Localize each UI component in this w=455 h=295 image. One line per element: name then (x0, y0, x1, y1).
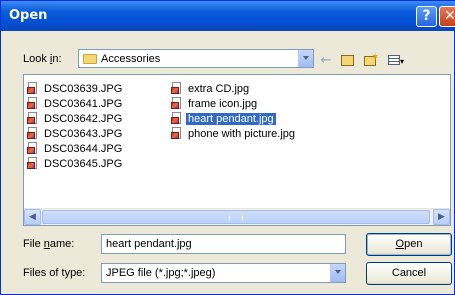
list-item[interactable]: DSC03644.JPG (27, 141, 124, 156)
files-of-type-select[interactable]: JPEG file (*.jpg;*.jpeg) (101, 263, 346, 283)
create-new-folder-button[interactable]: ✶ (361, 52, 379, 68)
chevron-right-icon: ▶ (438, 212, 445, 222)
file-name-input[interactable]: heart pendant.jpg (101, 234, 346, 254)
list-item-selected[interactable]: heart pendant.jpg (171, 111, 277, 126)
file-name-label: File name: (23, 238, 75, 250)
list-item[interactable]: frame icon.jpg (171, 96, 259, 111)
views-menu-icon (387, 55, 400, 65)
jpg-file-icon (171, 112, 184, 125)
views-menu-button[interactable]: ▾ (385, 54, 407, 68)
help-button[interactable]: ? (416, 6, 437, 27)
list-item[interactable]: DSC03642.JPG (27, 111, 124, 126)
grip-icon (229, 214, 243, 221)
open-dialog: Open ? ✕ Look in: Accessories ← ✶ ▾ DSC0… (0, 0, 455, 295)
scroll-right-button[interactable]: ▶ (433, 209, 450, 225)
jpg-file-icon (27, 82, 40, 95)
jpg-file-icon (27, 112, 40, 125)
dialog-title: Open (9, 8, 48, 23)
list-item[interactable]: DSC03645.JPG (27, 156, 124, 171)
close-icon: ✕ (444, 8, 455, 24)
jpg-file-icon (27, 127, 40, 140)
up-one-level-button[interactable] (339, 54, 355, 68)
jpg-file-icon (171, 127, 184, 140)
look-in-label: Look in: (23, 53, 62, 65)
horizontal-scrollbar[interactable]: ◀ ▶ (24, 208, 450, 225)
back-arrow-icon: ← (320, 53, 332, 68)
up-folder-icon (340, 55, 354, 66)
list-item[interactable]: DSC03641.JPG (27, 96, 124, 111)
open-button[interactable]: Open (366, 233, 452, 256)
jpg-file-icon (171, 97, 184, 110)
title-bar[interactable]: Open ? ✕ (1, 1, 455, 31)
chevron-down-icon[interactable] (298, 50, 313, 67)
chevron-left-icon: ◀ (29, 212, 36, 222)
folder-icon (83, 54, 97, 64)
scroll-left-button[interactable]: ◀ (24, 209, 41, 225)
cancel-button[interactable]: Cancel (366, 262, 452, 285)
file-type-value: JPEG file (*.jpg;*.jpeg) (106, 267, 216, 279)
jpg-file-icon (27, 142, 40, 155)
back-button[interactable]: ← (319, 54, 333, 68)
jpg-file-icon (27, 157, 40, 170)
files-of-type-label: Files of type: (23, 267, 86, 279)
close-button[interactable]: ✕ (439, 6, 455, 27)
list-item[interactable]: phone with picture.jpg (171, 126, 297, 141)
jpg-file-icon (27, 97, 40, 110)
help-icon: ? (422, 8, 431, 24)
list-item[interactable]: extra CD.jpg (171, 81, 251, 96)
scroll-thumb[interactable] (42, 210, 430, 224)
file-list[interactable]: DSC03639.JPG DSC03641.JPG DSC03642.JPG D… (23, 74, 451, 226)
list-item[interactable]: DSC03639.JPG (27, 81, 124, 96)
chevron-down-icon[interactable] (330, 264, 345, 282)
jpg-file-icon (171, 82, 184, 95)
look-in-folder-name: Accessories (101, 53, 161, 65)
list-item[interactable]: DSC03643.JPG (27, 126, 124, 141)
look-in-combo[interactable]: Accessories (78, 49, 314, 68)
